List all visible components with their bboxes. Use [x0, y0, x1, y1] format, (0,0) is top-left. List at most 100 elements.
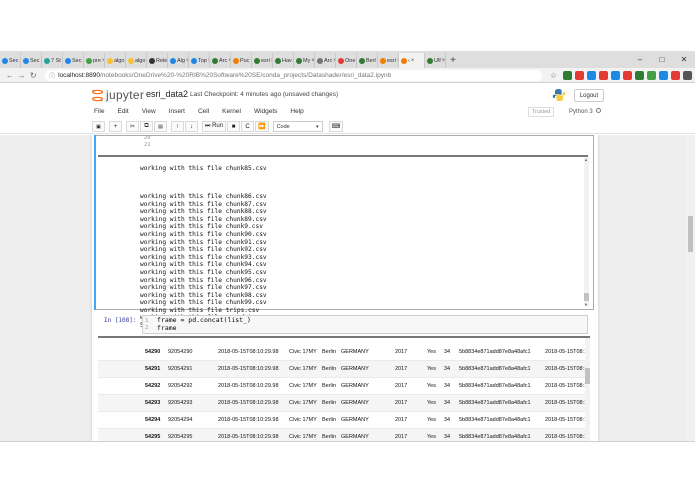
menu-item-insert[interactable]: Insert [169, 108, 185, 115]
browser-tab[interactable]: esri× [378, 53, 399, 68]
cell2-code-editor[interactable]: 12 frame = pd.concat(list_) frame [142, 315, 588, 334]
browser-tab[interactable]: One× [336, 53, 357, 68]
browser-tab[interactable]: 7 St× [42, 53, 63, 68]
menu-item-kernel[interactable]: Kernel [222, 108, 241, 115]
tab-favicon-icon [191, 57, 197, 64]
tab-list: Sec×Sec×7 St×Sec×pre×algo×algo×Rele×Alg×… [0, 51, 446, 68]
cut-button[interactable]: ✂ [126, 121, 139, 132]
notebook-name[interactable]: esri_data2 [146, 89, 188, 99]
browser-tab[interactable]: Top× [189, 53, 210, 68]
extension-icon[interactable] [647, 70, 656, 80]
back-icon[interactable]: ← [4, 71, 16, 80]
menu-item-cell[interactable]: Cell [198, 108, 209, 115]
close-icon[interactable]: ✕ [673, 55, 695, 64]
browser-tab[interactable]: pre× [84, 53, 105, 68]
output-scrollbar[interactable] [584, 157, 589, 307]
trusted-indicator[interactable]: Trusted [528, 107, 554, 117]
browser-tab[interactable]: algo× [105, 53, 126, 68]
timestamp2-cell: 2018-05-15T08:1 [545, 417, 588, 423]
browser-tab[interactable]: Ulf × [425, 53, 446, 68]
browser-tab[interactable]: My × [294, 53, 315, 68]
menu-item-help[interactable]: Help [290, 108, 303, 115]
browser-tab[interactable]: Sec× [63, 53, 84, 68]
command-palette-button[interactable]: ⌨ [328, 121, 344, 132]
browser-tab[interactable]: Arc× [315, 53, 336, 68]
restart-run-all-button[interactable]: ⏩ [255, 121, 269, 132]
tab-label: Alg [177, 57, 185, 64]
tab-favicon-icon [359, 57, 365, 64]
page-scrollbar[interactable] [686, 135, 695, 441]
jupyter-logo[interactable]: jupyter [92, 88, 144, 102]
browser-tab[interactable]: Hav× [273, 53, 294, 68]
browser-tab[interactable]: Rele× [147, 53, 168, 68]
timestamp2-cell: 2018-05-15T08:1 [545, 349, 588, 355]
browser-tab[interactable]: Arc× [210, 53, 231, 68]
extension-icon[interactable] [659, 70, 668, 80]
move-up-button[interactable]: ↑ [171, 121, 184, 132]
browser-tab[interactable]: Sec× [21, 53, 42, 68]
menu-item-widgets[interactable]: Widgets [254, 108, 277, 115]
bookmark-star-icon[interactable]: ☆ [550, 71, 557, 80]
cell-type-select[interactable]: Code ▾ [272, 121, 323, 132]
copy-button[interactable]: ⧉ [140, 121, 153, 132]
new-tab-button[interactable]: + [446, 53, 460, 68]
forward-icon[interactable]: → [16, 71, 28, 80]
paste-button[interactable]: ▤ [154, 121, 167, 132]
page-scrollbar-thumb[interactable] [688, 216, 693, 252]
tab-favicon-icon [149, 57, 155, 64]
run-button[interactable]: ⏭ Run [202, 121, 227, 132]
extension-icon[interactable] [635, 70, 644, 80]
save-button[interactable]: ▣ [92, 121, 105, 132]
tab-label: esri [387, 57, 396, 64]
insert-cell-button[interactable]: + [109, 121, 122, 132]
browser-tab[interactable]: algo× [126, 53, 147, 68]
browser-tab[interactable]: ‹ × [399, 53, 425, 68]
extension-icon[interactable] [563, 70, 572, 80]
browser-tab[interactable]: esri× [252, 53, 273, 68]
maximize-icon[interactable]: □ [651, 55, 673, 64]
menu-item-file[interactable]: File [94, 108, 104, 115]
minimize-icon[interactable]: – [629, 55, 651, 64]
id-cell: 92054292 [168, 383, 193, 389]
tab-close-icon[interactable]: × [411, 58, 415, 64]
tab-favicon-icon [338, 57, 344, 64]
model-cell: Civic 17MY [289, 400, 317, 406]
extension-icon[interactable] [587, 70, 596, 80]
output-scrollbar-thumb[interactable] [584, 293, 589, 301]
url-field[interactable]: ⓘ localhost:8890/notebooks/OneDrive%20-%… [45, 69, 542, 81]
move-down-button[interactable]: ↓ [185, 121, 198, 132]
tab-label: Sec [30, 57, 40, 64]
logout-button[interactable]: Logout [574, 89, 604, 102]
info-icon[interactable]: ⓘ [49, 71, 55, 80]
scroll-down-icon[interactable]: ▼ [584, 302, 588, 307]
extension-icon[interactable] [671, 70, 680, 80]
output-line: working with this file trips.csv [140, 306, 260, 314]
menu-item-edit[interactable]: Edit [117, 108, 128, 115]
browser-tab[interactable]: Alg× [168, 53, 189, 68]
tab-close-icon[interactable]: × [442, 58, 445, 64]
tab-label: Ulf [434, 57, 441, 64]
tab-favicon-icon [107, 57, 113, 64]
menu-item-view[interactable]: View [142, 108, 156, 115]
tab-label: pre [93, 57, 101, 64]
extension-icon[interactable] [623, 70, 632, 80]
extension-icon[interactable] [575, 70, 584, 80]
browser-tab[interactable]: Sec× [0, 53, 21, 68]
reload-icon[interactable]: ↻ [27, 71, 39, 80]
cell2-code[interactable]: frame = pd.concat(list_) frame [157, 316, 251, 332]
hash-cell: 5b8834e871add87e8a48afc1 [459, 434, 531, 440]
tab-label: Rele [156, 57, 168, 64]
restart-button[interactable]: C [241, 121, 255, 132]
count-cell: 34 [444, 349, 451, 355]
extension-icon[interactable] [599, 70, 608, 80]
browser-tab[interactable]: Puc× [231, 53, 252, 68]
dataframe-scrollbar[interactable] [585, 338, 590, 441]
dataframe-scrollbar-thumb[interactable] [585, 368, 590, 384]
browser-tab[interactable]: Berl× [357, 53, 378, 68]
extension-icon[interactable] [683, 70, 692, 80]
interrupt-button[interactable]: ■ [227, 121, 241, 132]
scroll-up-icon[interactable]: ▲ [584, 157, 588, 162]
country-cell: GERMANY [341, 366, 369, 372]
model-cell: Civic 17MY [289, 434, 317, 440]
extension-icon[interactable] [611, 70, 620, 80]
